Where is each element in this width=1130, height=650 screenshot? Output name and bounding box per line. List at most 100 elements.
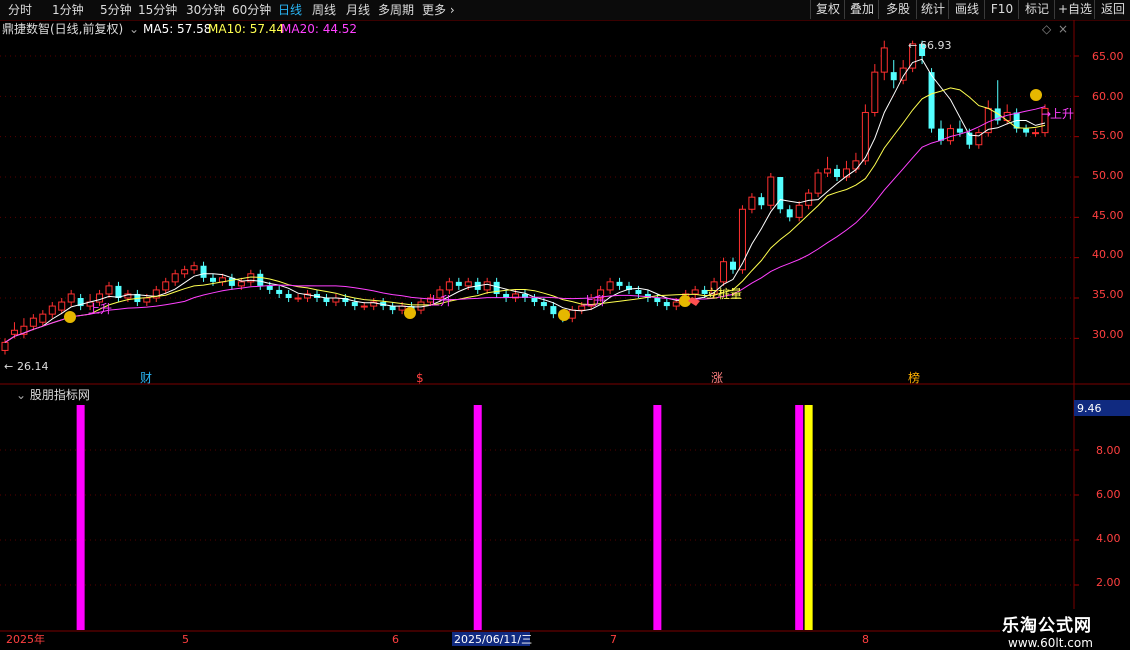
candle-body <box>738 208 746 271</box>
signal-arrow: → <box>1041 107 1051 121</box>
candle-body <box>360 305 368 308</box>
candle-body <box>29 317 37 327</box>
candle-body <box>946 128 954 142</box>
candle-body <box>257 273 264 286</box>
candle-body <box>105 285 113 295</box>
signal-label: 立桩量 <box>706 286 742 301</box>
indicator-tick: 4.00 <box>1096 532 1121 545</box>
signal-label: 上升 <box>88 302 112 316</box>
candle-body <box>672 301 680 307</box>
signal-label: 上升 <box>582 294 606 308</box>
price-tick: 55.00 <box>1092 129 1124 142</box>
indicator-bars <box>76 405 813 630</box>
candle-body <box>162 281 170 291</box>
candle-body <box>171 273 179 283</box>
candle-body <box>351 302 358 307</box>
signal-label: 上升 <box>428 294 452 308</box>
candle-body <box>890 72 897 81</box>
indicator-axis: 9.46 8.00 6.00 4.00 2.00 <box>1074 400 1130 589</box>
date-label: 5 <box>182 633 189 646</box>
candle-body <box>143 297 151 303</box>
high-label-value: 66.93 <box>920 39 952 52</box>
candle-body <box>654 298 661 303</box>
candle-body <box>720 261 728 283</box>
date-label: 8 <box>862 633 869 646</box>
candle-body <box>1 341 9 351</box>
date-label: 7 <box>610 633 617 646</box>
candle-body <box>956 128 963 133</box>
indicator-bar <box>473 405 482 630</box>
money-bag-icon <box>558 309 570 321</box>
indicator-tick: 8.00 <box>1096 444 1121 457</box>
price-tick: 50.00 <box>1092 169 1124 182</box>
candle-body <box>39 313 47 323</box>
candle-body <box>294 297 302 300</box>
candle-body <box>691 289 699 295</box>
event-marker-bang: 榜 <box>908 370 920 385</box>
date-axis: 2025年 5 6 7 8 2025/06/11/三 <box>6 632 869 646</box>
low-label-value: 26.14 <box>17 360 49 373</box>
candle-body <box>210 277 216 282</box>
price-tick: 65.00 <box>1092 50 1124 63</box>
indicator-title: 股朋指标网 <box>29 388 90 402</box>
money-bag-icon <box>1030 89 1042 101</box>
candle-body <box>805 192 813 206</box>
candle-body <box>568 309 576 319</box>
chart-annotations: ← 66.93 ← 26.14 上升 上升 上升 上升 立桩量 上升 → 财 $… <box>4 39 1074 385</box>
candle-body <box>616 281 623 286</box>
candle-body <box>748 196 756 210</box>
money-bag-icon <box>404 307 416 319</box>
indicator-bar <box>76 405 85 630</box>
chevron-down-icon[interactable]: ⌄ <box>16 388 30 402</box>
candle-body <box>67 293 75 303</box>
candle-body <box>550 306 557 315</box>
indicator-title-row: ⌄ 股朋指标网 <box>16 386 90 403</box>
candle-body <box>285 293 292 298</box>
candle-body <box>824 168 832 174</box>
price-tick: 40.00 <box>1092 248 1124 261</box>
candle-body <box>200 265 207 278</box>
candle-body <box>96 293 104 303</box>
candle-body <box>58 301 66 311</box>
candle-body <box>483 281 491 291</box>
high-label: ← <box>908 39 917 52</box>
candle-body <box>635 289 642 294</box>
candle-body <box>237 281 245 287</box>
price-tick: 60.00 <box>1092 90 1124 103</box>
watermark-url: www.60lt.com <box>1008 636 1093 650</box>
candle-body <box>1023 128 1030 133</box>
candle-body <box>464 281 472 287</box>
candle-body <box>181 269 189 275</box>
candle-body <box>758 197 765 206</box>
watermark-logo: 乐淘公式网 www.60lt.com <box>1000 609 1130 650</box>
candle-body <box>795 204 803 218</box>
price-tick: 45.00 <box>1092 209 1124 222</box>
watermark-title: 乐淘公式网 <box>1002 616 1092 636</box>
candle-body <box>834 168 840 177</box>
date-label: 6 <box>392 633 399 646</box>
event-marker-dollar: $ <box>416 371 424 385</box>
candle-body <box>389 306 396 311</box>
kline-chart[interactable]: 65.00 60.00 55.00 50.00 45.00 40.00 35.0… <box>0 0 1130 650</box>
candle-body <box>48 305 56 315</box>
candle-body <box>266 285 273 290</box>
low-label: ← <box>4 360 13 373</box>
ma10-line <box>4 87 1046 343</box>
candle-body <box>899 67 907 81</box>
indicator-bar <box>804 405 813 630</box>
date-cursor: 2025/06/11/三 <box>454 633 532 646</box>
candle-body <box>606 281 614 291</box>
candle-body <box>445 281 453 291</box>
date-label: 2025年 <box>6 632 45 646</box>
candle-body <box>777 177 784 210</box>
grid-lines <box>0 55 1079 586</box>
price-axis: 65.00 60.00 55.00 50.00 45.00 40.00 35.0… <box>1092 50 1124 341</box>
event-marker-zhang: 涨 <box>711 370 723 385</box>
candle-body <box>814 172 822 194</box>
candle-body <box>767 176 775 206</box>
candle-body <box>276 289 283 294</box>
candle-body <box>786 209 793 218</box>
chart-frame <box>0 20 1130 632</box>
indicator-bar <box>653 405 662 630</box>
current-value: 9.46 <box>1077 402 1102 415</box>
